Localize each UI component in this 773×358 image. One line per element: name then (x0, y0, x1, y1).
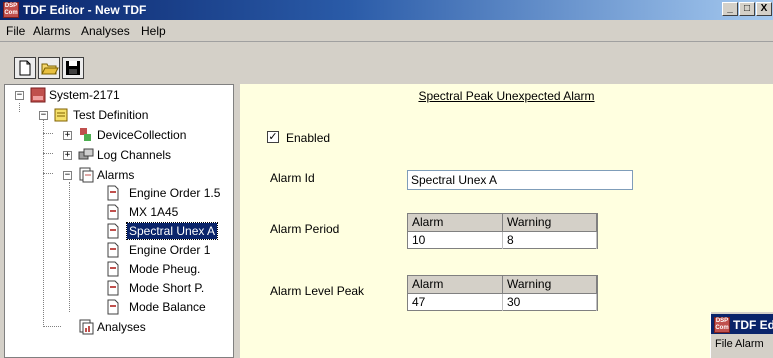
alarm-id-input[interactable] (407, 170, 633, 190)
tree-connector (43, 153, 53, 154)
tree-connector (43, 133, 53, 134)
alarm-document-icon (107, 299, 119, 315)
alarm-document-icon (107, 204, 119, 220)
tree-label-alarm: Mode Short P. (129, 281, 205, 295)
new-document-button[interactable] (14, 57, 36, 79)
grid-cell-alarm[interactable]: 47 (408, 294, 503, 311)
enabled-label: Enabled (286, 131, 331, 145)
grid-cell-warning[interactable]: 8 (503, 232, 597, 249)
second-window-title-bar[interactable]: DSP Com TDF Edi (711, 314, 773, 334)
second-window-menu-alarms[interactable]: Alarm (735, 338, 764, 350)
tree-connector (69, 182, 70, 312)
main-window: DSP Com TDF Editor - New TDF _ □ X File … (0, 0, 773, 358)
alarm-document-icon (107, 280, 119, 296)
alarm-document-icon (107, 242, 119, 258)
maximize-button[interactable]: □ (739, 2, 755, 16)
tree-connector (43, 173, 53, 174)
grid-cell-alarm[interactable]: 10 (408, 232, 503, 249)
tree-label-analyses: Analyses (97, 320, 146, 334)
save-button[interactable] (62, 57, 84, 79)
open-folder-button[interactable] (38, 57, 60, 79)
collapse-toggle[interactable]: − (63, 171, 72, 180)
window-title: TDF Editor - New TDF (23, 3, 147, 17)
enabled-checkbox[interactable]: ✓ (267, 131, 279, 143)
collapse-toggle[interactable]: − (15, 91, 24, 100)
second-window[interactable]: DSP Com TDF Edi File Alarm (710, 312, 773, 358)
alarm-period-grid[interactable]: Alarm Warning 10 8 (407, 213, 598, 249)
menu-file[interactable]: File (6, 24, 25, 38)
grid-header-alarm: Alarm (408, 276, 503, 294)
grid-header-warning: Warning (503, 214, 597, 232)
system-icon (30, 87, 46, 103)
log-channels-icon (78, 148, 94, 160)
tree-label-alarm: Mode Balance (129, 300, 206, 314)
new-document-icon (19, 60, 31, 76)
alarm-level-peak-label: Alarm Level Peak (270, 284, 365, 298)
tree-connector (43, 115, 44, 325)
alarm-id-label: Alarm Id (270, 171, 315, 185)
toolbar (0, 54, 773, 84)
menu-help[interactable]: Help (141, 24, 166, 38)
open-folder-icon (41, 63, 59, 75)
alarm-document-icon (107, 185, 119, 201)
expand-toggle[interactable]: + (63, 131, 72, 140)
tree-label-alarm: MX 1A45 (129, 205, 179, 219)
alarm-period-label: Alarm Period (270, 222, 340, 236)
menu-analyses[interactable]: Analyses (81, 24, 130, 38)
panel-title: Spectral Peak Unexpected Alarm (418, 89, 595, 103)
tree-label-alarm-selected: Spectral Unex A (125, 222, 219, 240)
title-bar[interactable]: DSP Com TDF Editor - New TDF _ □ X (0, 0, 773, 20)
tree-label-alarm: Engine Order 1 (129, 243, 211, 257)
tree-label-alarms: Alarms (97, 168, 135, 182)
alarm-document-icon (107, 261, 119, 277)
alarm-level-peak-grid[interactable]: Alarm Warning 47 30 (407, 275, 598, 311)
second-window-menu-file[interactable]: File (715, 338, 733, 350)
grid-cell-warning[interactable]: 30 (503, 294, 597, 311)
app-icon: DSP Com (714, 317, 730, 333)
minimize-button[interactable]: _ (722, 2, 738, 16)
tree-label-device-collection: DeviceCollection (97, 128, 187, 142)
menu-alarms[interactable]: Alarms (33, 24, 70, 38)
tree-label-alarm: Engine Order 1.5 (129, 186, 221, 200)
second-window-title: TDF Edi (733, 318, 773, 332)
analyses-icon (79, 319, 94, 335)
tree-label-log-channels: Log Channels (97, 148, 172, 162)
tree-label-root: System-2171 (49, 88, 120, 102)
tree-view[interactable]: − System-2171 − Test Definition + Device… (4, 84, 234, 358)
app-icon: DSP Com (3, 2, 19, 18)
tree-connector (19, 103, 20, 112)
alarm-detail-panel: Spectral Peak Unexpected Alarm ✓ Enabled… (240, 84, 773, 358)
alarms-folder-icon (79, 167, 94, 183)
tree-label-alarm: Mode Pheug. (129, 262, 201, 276)
alarm-document-icon (107, 223, 119, 239)
document-icon (54, 108, 68, 122)
close-button[interactable]: X (756, 2, 772, 16)
expand-toggle[interactable]: + (63, 151, 72, 160)
collapse-toggle[interactable]: − (39, 111, 48, 120)
tree-connector (43, 326, 61, 327)
device-collection-icon (80, 128, 91, 141)
menu-bar: File Alarms Analyses Help (0, 20, 773, 42)
grid-header-warning: Warning (503, 276, 597, 294)
grid-header-alarm: Alarm (408, 214, 503, 232)
floppy-disk-icon (66, 61, 80, 75)
tree-label-test-definition: Test Definition (73, 108, 149, 122)
